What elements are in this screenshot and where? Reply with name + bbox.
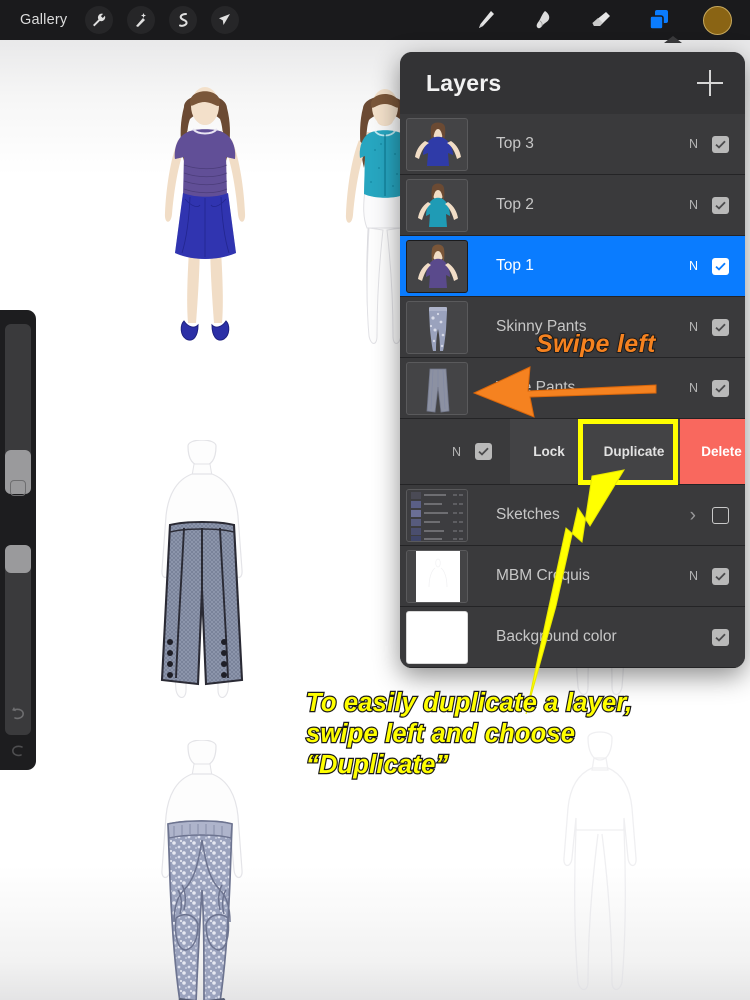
lock-button[interactable]: Lock [510,419,589,484]
duplicate-button[interactable]: Duplicate [588,419,681,484]
layer-blend-mode[interactable]: N [689,259,698,273]
layer-visibility-checkbox[interactable] [712,506,729,524]
transform-arrow-icon[interactable] [211,6,240,34]
layer-row-selected[interactable]: Top 1 N [400,236,745,297]
fashion-figure-skinny-pants [161,740,243,1000]
layer-name: Background color [496,628,617,645]
panel-pointer-notch [664,36,682,43]
layer-row[interactable]: MBM Croquis N [400,546,745,607]
layer-row[interactable]: Top 2 N [400,175,745,236]
layers-panel[interactable]: Layers Top 3 N Top 2 N Top 1 N Skinny Pa… [400,52,745,668]
layer-thumbnail [406,610,468,664]
layer-name: Top 2 [496,196,534,213]
layer-visibility-checkbox[interactable] [712,318,729,336]
page-title: Layers [426,69,502,96]
layer-visibility-checkbox[interactable] [712,567,729,585]
brush-size-slider[interactable] [5,324,31,494]
brush-sidebar [0,310,36,770]
layer-row[interactable]: Wide Pants N [400,358,745,419]
layer-thumbnail [406,549,468,603]
layer-thumbnail [406,178,468,232]
fashion-figure-purple-top-blue-skirt [164,87,246,341]
layer-blend-mode[interactable]: N [689,320,698,334]
layer-visibility-checkbox[interactable] [712,196,729,214]
layer-group-thumbnail [406,488,468,542]
layer-thumbnail [406,117,468,171]
layer-thumbnail [406,361,468,415]
undo-icon[interactable] [9,705,27,723]
delete-button[interactable]: Delete [680,419,745,484]
layer-blend-mode[interactable]: N [689,137,698,151]
layers-icon[interactable] [644,5,674,35]
layer-blend-mode[interactable]: N [689,198,698,212]
selection-icon[interactable] [169,6,198,34]
layer-row-group[interactable]: Sketches › [400,485,745,546]
layer-name: Top 1 [496,257,534,274]
layer-blend-mode[interactable]: N [689,569,698,583]
layer-thumbnail [406,300,468,354]
layer-swipe-actions: N Lock Duplicate Delete [400,419,745,485]
layer-name: Skinny Pants [496,318,587,335]
chevron-right-icon[interactable]: › [690,506,696,525]
procreate-screen: Gallery Layers Top 3 N Top 2 N Top 1 N S… [0,0,750,1000]
eraser-icon[interactable] [586,5,616,35]
layers-panel-header: Layers [400,52,745,114]
layer-thumbnail [406,239,468,293]
swipe-row-left: N [400,419,511,484]
layer-visibility-checkbox[interactable] [712,628,729,646]
fashion-figure-wide-pants [160,440,244,699]
layer-visibility-checkbox[interactable] [712,379,729,397]
layer-visibility-checkbox[interactable] [712,135,729,153]
add-layer-button[interactable] [697,70,723,96]
wrench-icon[interactable] [85,6,114,34]
smudge-icon[interactable] [528,5,558,35]
magic-wand-icon[interactable] [127,6,156,34]
layer-row[interactable]: Top 3 N [400,114,745,175]
croquis-outline [563,731,637,991]
layer-row[interactable]: Skinny Pants N [400,297,745,358]
layer-row[interactable]: Background color [400,607,745,668]
layer-blend-mode[interactable]: N [689,381,698,395]
modify-button[interactable] [10,480,26,496]
paintbrush-icon[interactable] [470,5,500,35]
color-swatch[interactable] [702,5,732,35]
layer-name: Top 3 [496,135,534,152]
layer-name: MBM Croquis [496,567,590,584]
top-toolbar: Gallery [0,0,750,40]
layer-visibility-checkbox[interactable] [475,443,493,460]
layer-name: Wide Pants [496,379,576,396]
gallery-button[interactable]: Gallery [16,9,71,31]
redo-icon[interactable] [9,742,27,760]
layer-name: Sketches [496,506,560,523]
layer-blend-mode[interactable]: N [452,445,461,459]
layer-visibility-checkbox[interactable] [712,257,729,275]
